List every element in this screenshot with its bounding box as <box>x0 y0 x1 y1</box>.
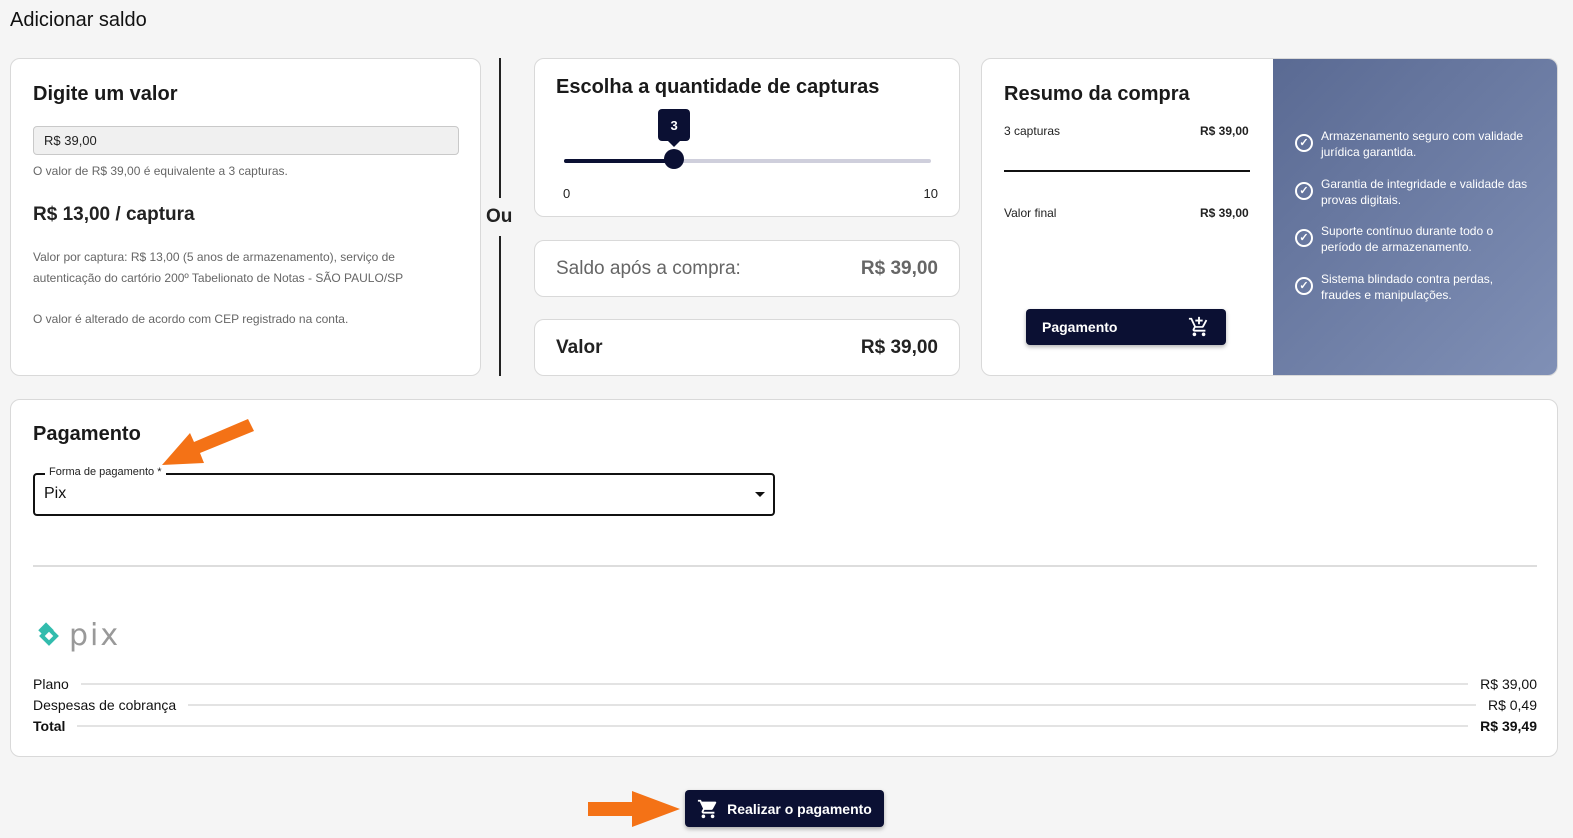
slider-min-label: 0 <box>563 186 571 201</box>
balance-after-value: R$ 39,00 <box>860 258 938 279</box>
check-circle-icon: ✓ <box>1295 277 1313 295</box>
check-circle-icon: ✓ <box>1295 182 1313 200</box>
page-title: Adicionar saldo <box>10 9 147 31</box>
amount-card-title: Digite um valor <box>33 83 178 105</box>
summary-final-label: Valor final <box>1004 206 1057 220</box>
balance-after-label: Saldo após a compra: <box>556 258 741 279</box>
summary-final-value: R$ 39,00 <box>1200 206 1249 220</box>
annotation-arrow-icon <box>162 419 254 465</box>
cost-total-label: Total <box>33 718 66 734</box>
price-note-line-1: Valor por captura: R$ 13,00 (5 anos de a… <box>33 250 395 264</box>
divider-line-bottom <box>499 236 501 376</box>
benefit-item: ✓ Armazenamento seguro com validade jurí… <box>1295 128 1535 160</box>
shopping-cart-icon <box>698 799 717 818</box>
cost-total-row: Total R$ 39,49 <box>33 718 1537 734</box>
benefit-text: Armazenamento seguro com validade jurídi… <box>1321 129 1524 159</box>
payment-method-select[interactable]: Forma de pagamento * Pix <box>33 466 775 516</box>
cost-row: Despesas de cobrança R$ 0,49 <box>33 697 1537 713</box>
purchase-summary-card: Resumo da compra 3 capturas R$ 39,00 Val… <box>981 58 1558 376</box>
cost-value: R$ 39,00 <box>1480 676 1537 692</box>
cost-value: R$ 0,49 <box>1487 697 1537 713</box>
pix-diamond-icon <box>38 621 59 646</box>
payment-method-label: Forma de pagamento * <box>45 466 166 478</box>
cep-note: O valor é alterado de acordo com CEP reg… <box>33 312 349 326</box>
summary-item-value: R$ 39,00 <box>1200 124 1249 138</box>
add-to-cart-icon <box>1188 316 1208 337</box>
slider-title: Escolha a quantidade de capturas <box>556 76 880 98</box>
total-value-label: Valor <box>556 337 603 358</box>
benefit-item: ✓ Suporte contínuo durante todo o períod… <box>1295 223 1535 255</box>
price-per-capture: R$ 13,00 / captura <box>33 204 195 225</box>
payment-title: Pagamento <box>33 423 141 445</box>
or-label: Ou <box>486 206 513 227</box>
total-value-card: Valor R$ 39,00 <box>534 319 960 376</box>
pix-logo-text: pix <box>69 618 121 653</box>
benefit-text: Sistema blindado contra perdas, fraudes … <box>1321 272 1494 302</box>
summary-title: Resumo da compra <box>1004 83 1190 105</box>
cost-label: Plano <box>33 676 69 692</box>
payment-divider <box>33 565 1537 567</box>
cost-row: Plano R$ 39,00 <box>33 676 1537 692</box>
total-value-amount: R$ 39,00 <box>860 337 938 358</box>
row-leader <box>80 683 1469 685</box>
summary-payment-button[interactable]: Pagamento <box>1026 309 1226 345</box>
slider-thumb[interactable] <box>664 149 685 169</box>
submit-payment-label: Realizar o pagamento <box>727 800 872 817</box>
slider-max-label: 10 <box>923 186 938 201</box>
summary-item-label: 3 capturas <box>1004 124 1061 138</box>
row-leader <box>188 704 1476 706</box>
balance-after-card: Saldo após a compra: R$ 39,00 <box>534 240 960 297</box>
summary-payment-button-label: Pagamento <box>1042 319 1118 335</box>
submit-payment-button[interactable]: Realizar o pagamento <box>685 790 884 827</box>
payment-method-value: Pix <box>44 485 67 502</box>
check-circle-icon: ✓ <box>1295 134 1313 152</box>
chevron-down-icon <box>755 492 765 497</box>
amount-card: Digite um valor O valor de R$ 39,00 é eq… <box>10 58 481 376</box>
benefit-item: ✓ Garantia de integridade e validade das… <box>1295 176 1535 208</box>
check-circle-icon: ✓ <box>1295 229 1313 247</box>
pix-logo: pix <box>33 618 120 653</box>
benefits-panel: ✓ Armazenamento seguro com validade jurí… <box>1273 59 1557 375</box>
slider-value-tooltip: 3 <box>658 109 691 147</box>
cost-total-value: R$ 39,49 <box>1480 718 1537 734</box>
summary-divider <box>1004 170 1250 172</box>
benefit-item: ✓ Sistema blindado contra perdas, fraude… <box>1295 271 1535 303</box>
amount-input[interactable] <box>33 126 459 155</box>
benefit-text: Suporte contínuo durante todo o período … <box>1321 224 1494 254</box>
cost-label: Despesas de cobrança <box>33 697 177 713</box>
annotation-arrow-icon <box>588 791 680 827</box>
row-leader <box>77 725 1469 727</box>
price-note-line-2: autenticação do cartório 200º Tabelionat… <box>33 271 404 285</box>
slider-track[interactable] <box>564 159 931 163</box>
captures-slider-card: Escolha a quantidade de capturas 3 0 10 <box>534 58 960 217</box>
slider-track-fill <box>564 159 675 163</box>
amount-helper-text: O valor de R$ 39,00 é equivalente a 3 ca… <box>33 164 288 178</box>
divider-line-top <box>499 58 501 198</box>
benefit-text: Garantia de integridade e validade das p… <box>1321 177 1528 207</box>
